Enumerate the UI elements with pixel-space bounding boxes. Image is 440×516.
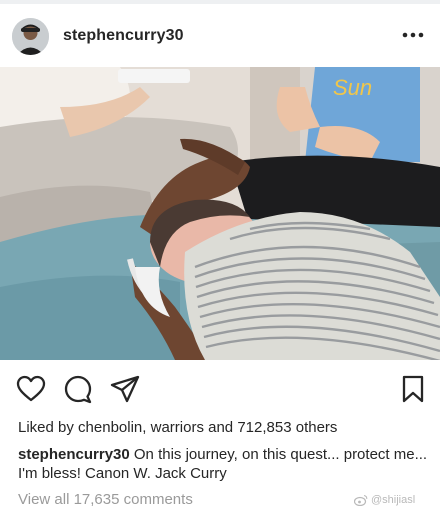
likes-suffix: others [291, 419, 338, 436]
likes-line: Liked by chenbolin, warriors and 712,853… [18, 419, 337, 436]
post-username[interactable]: stephencurry30 [63, 27, 184, 45]
share-icon[interactable] [110, 374, 140, 404]
bookmark-icon[interactable] [401, 374, 425, 404]
top-divider [0, 0, 440, 4]
shirt-text: Sun [333, 75, 372, 100]
comment-icon[interactable] [63, 374, 93, 404]
avatar[interactable] [12, 18, 49, 55]
likes-count[interactable]: 712,853 [237, 419, 291, 436]
post-caption: stephencurry30 On this journey, on this … [18, 445, 428, 483]
weibo-icon [354, 495, 368, 506]
action-bar [0, 366, 440, 408]
post-header: stephencurry30 [0, 8, 440, 64]
watermark-text: @shijiasl [371, 494, 416, 506]
liker-warriors[interactable]: warriors [151, 419, 204, 436]
more-horizontal-icon[interactable] [402, 30, 424, 40]
heart-icon[interactable] [16, 374, 46, 404]
post-photo[interactable]: Sun [0, 67, 440, 360]
likes-separator: , [142, 419, 151, 436]
watermark: @shijiasl [354, 494, 415, 506]
likes-prefix: Liked by [18, 419, 79, 436]
liker-chenbolin[interactable]: chenbolin [78, 419, 142, 436]
caption-username[interactable]: stephencurry30 [18, 446, 130, 463]
likes-and: and [203, 419, 238, 436]
view-all-comments-link[interactable]: View all 17,635 comments [18, 491, 193, 508]
